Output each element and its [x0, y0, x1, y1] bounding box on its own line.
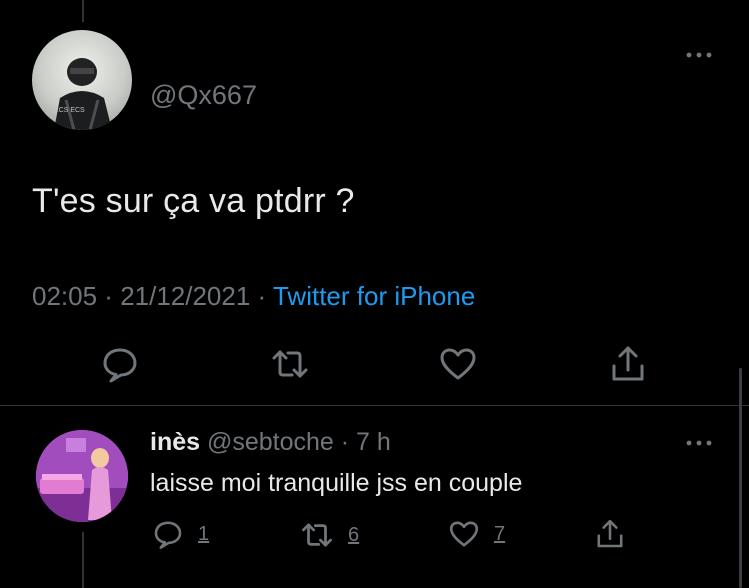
reply-avatar[interactable] [36, 430, 128, 522]
tweet-text: T'es sur ça va ptdrr ? [32, 182, 355, 220]
tweet-time[interactable]: 02:05 [32, 281, 97, 311]
tweet-meta: 02:05 · 21/12/2021 · Twitter for iPhone [32, 281, 475, 312]
reply-actions-bar: 1 6 7 [0, 518, 749, 558]
reply-retweet-button[interactable]: 6 [300, 518, 359, 552]
meta-separator-2: · [250, 281, 273, 311]
tweet-source-link[interactable]: Twitter for iPhone [273, 281, 475, 311]
reply-like-button[interactable]: 7 [448, 518, 505, 550]
retweet-count: 6 [348, 523, 360, 546]
reply-icon[interactable] [100, 344, 140, 384]
reply-age[interactable]: 7 h [356, 428, 391, 456]
thread-line-top [82, 0, 84, 22]
retweet-icon[interactable] [270, 344, 310, 384]
avatar-lettering: ECS ECS [54, 107, 85, 114]
like-icon [448, 518, 480, 550]
reply-more-icon[interactable] [684, 438, 714, 448]
like-icon[interactable] [438, 344, 478, 384]
reply-header: inès @sebtoche · 7 h [150, 428, 391, 457]
main-avatar[interactable]: ECS ECS [32, 30, 132, 130]
reply-separator: · [333, 428, 357, 456]
reply-text: laisse moi tranquille jss en couple [150, 469, 523, 497]
more-icon[interactable] [684, 50, 714, 60]
main-actions-bar [0, 344, 749, 384]
main-handle[interactable]: @Qx667 [150, 80, 257, 111]
tweet-date[interactable]: 21/12/2021 [120, 281, 250, 311]
reply-share-button[interactable] [594, 518, 626, 550]
reply-author-handle[interactable]: @sebtoche [207, 428, 334, 456]
reply-reply-button[interactable]: 1 [152, 518, 209, 550]
retweet-icon [300, 518, 334, 552]
share-icon [594, 518, 626, 550]
like-count: 7 [494, 522, 506, 545]
meta-separator-1: · [97, 281, 121, 311]
share-icon[interactable] [608, 344, 648, 384]
section-divider [0, 405, 749, 406]
reply-author-name[interactable]: inès [150, 428, 200, 456]
reply-icon [152, 518, 184, 550]
reply-count: 1 [198, 522, 210, 545]
